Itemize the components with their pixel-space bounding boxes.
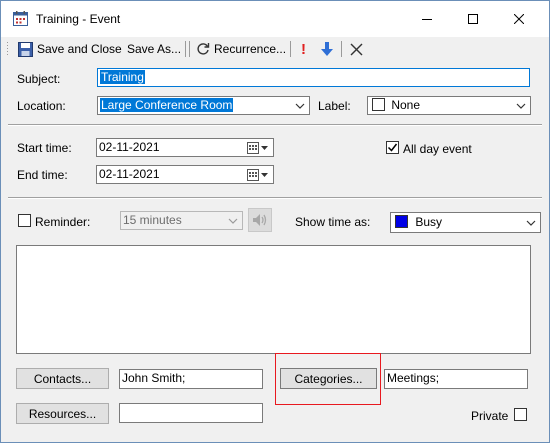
chevron-down-icon (526, 220, 536, 226)
recurrence-button[interactable]: Recurrence... (196, 40, 286, 58)
save-icon (18, 41, 33, 57)
save-and-close-label: Save and Close (37, 42, 122, 56)
reminder-value: 15 minutes (123, 213, 182, 227)
chevron-down-icon (228, 218, 238, 224)
reminder-label: Reminder: (35, 215, 91, 229)
high-importance-button[interactable]: ! (301, 40, 306, 58)
subject-input[interactable]: Training (97, 68, 530, 87)
location-label: Location: (17, 99, 66, 113)
end-date-value: 02-11-2021 (99, 167, 160, 181)
toolbar-separator (290, 41, 291, 57)
label-color-swatch (372, 98, 385, 111)
private-checkbox[interactable] (514, 408, 527, 421)
label-label: Label: (318, 99, 351, 113)
reminder-sound-button[interactable] (248, 208, 272, 232)
all-day-label: All day event (403, 142, 472, 156)
toolbar-grip-icon (7, 42, 8, 55)
show-time-as-combo[interactable]: Busy (390, 212, 541, 233)
start-date-picker[interactable]: 02-11-2021 (96, 138, 274, 157)
close-button[interactable] (496, 1, 542, 37)
divider (8, 124, 542, 126)
resources-button[interactable]: Resources... (16, 403, 109, 424)
calendar-dropdown-icon[interactable] (247, 142, 269, 154)
start-time-label: Start time: (17, 141, 72, 155)
close-icon (514, 14, 524, 24)
calendar-icon (13, 11, 28, 26)
recurrence-icon (197, 43, 210, 55)
contacts-button[interactable]: Contacts... (16, 368, 109, 389)
delete-button[interactable] (350, 40, 363, 58)
maximize-button[interactable] (450, 1, 496, 37)
show-time-as-value: Busy (415, 215, 443, 229)
recurrence-label: Recurrence... (214, 42, 287, 56)
delete-x-icon (350, 43, 363, 55)
label-combo[interactable]: None (367, 96, 531, 115)
resources-field[interactable] (119, 403, 263, 423)
end-time-label: End time: (17, 168, 68, 182)
speaker-icon (253, 214, 267, 226)
label-value: None (391, 98, 421, 112)
all-day-checkbox[interactable] (386, 141, 399, 154)
location-value: Large Conference Room (100, 98, 234, 112)
subject-label: Subject: (17, 72, 61, 86)
private-label: Private (471, 409, 509, 423)
contacts-button-label: Contacts... (33, 371, 92, 386)
reminder-checkbox[interactable] (18, 214, 31, 227)
window-title: Training - Event (36, 12, 121, 26)
subject-value: Training (100, 70, 145, 84)
show-time-as-label: Show time as: (295, 215, 371, 229)
contacts-field[interactable]: John Smith; (119, 369, 263, 389)
minimize-button[interactable] (404, 1, 450, 37)
save-and-close-button[interactable]: Save and Close (18, 40, 122, 58)
event-window: Training - Event Save and Close Save As.… (0, 0, 550, 443)
start-date-value: 02-11-2021 (99, 140, 160, 154)
end-date-picker[interactable]: 02-11-2021 (96, 165, 274, 184)
highlight-box (275, 353, 381, 405)
busy-color-swatch (395, 215, 408, 228)
chevron-down-icon (295, 103, 305, 109)
low-importance-arrow-icon (321, 42, 333, 56)
low-importance-button[interactable] (321, 40, 333, 58)
toolbar-separator (185, 41, 186, 57)
location-combo[interactable]: Large Conference Room (97, 96, 310, 115)
calendar-dropdown-icon[interactable] (247, 169, 269, 181)
reminder-combo[interactable]: 15 minutes (120, 211, 243, 230)
resources-button-label: Resources... (28, 406, 97, 421)
save-as-button[interactable]: Save As... (127, 40, 181, 58)
toolbar-separator (341, 41, 342, 57)
divider (8, 197, 542, 199)
high-importance-icon: ! (301, 40, 306, 58)
save-as-label: Save As... (127, 42, 182, 56)
categories-value: Meetings; (387, 371, 440, 385)
chevron-down-icon (516, 103, 526, 109)
maximize-icon (468, 14, 478, 24)
toolbar-separator (189, 41, 190, 57)
minimize-icon (422, 19, 432, 20)
categories-field[interactable]: Meetings; (384, 369, 528, 389)
title-bar: Training - Event (1, 1, 549, 37)
contacts-value: John Smith; (122, 371, 186, 385)
toolbar: Save and Close Save As... Recurrence... … (1, 37, 549, 60)
notes-textarea[interactable] (16, 245, 531, 354)
checkmark-icon (387, 143, 398, 152)
